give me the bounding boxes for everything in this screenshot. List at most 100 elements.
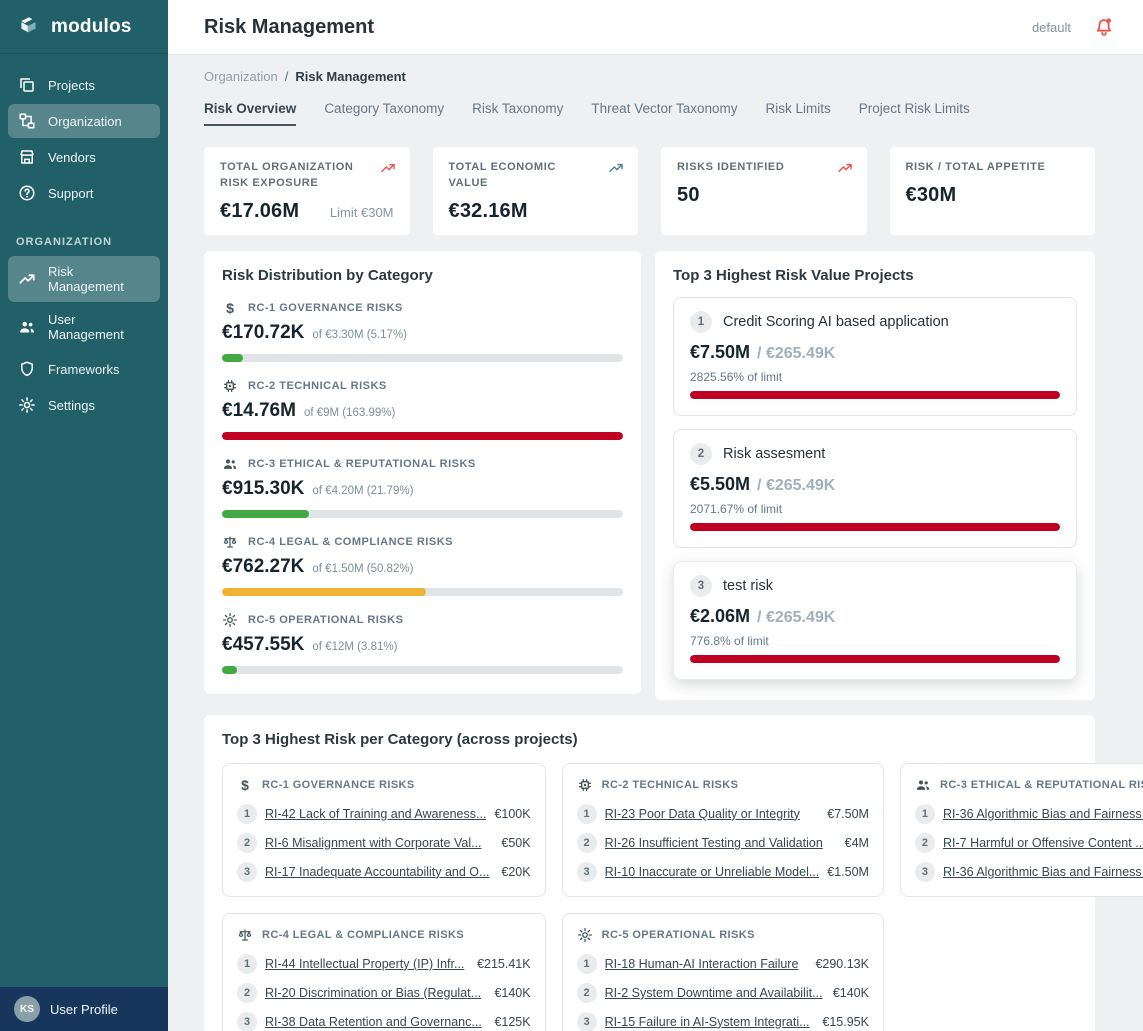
risk-link[interactable]: RI-20 Discrimination or Bias (Regulat... <box>265 986 486 1000</box>
projects-icon <box>18 76 36 94</box>
risk-value: €15.95K <box>822 1015 869 1029</box>
risk-link[interactable]: RI-42 Lack of Training and Awareness... <box>265 807 486 821</box>
risk-row: 3 RI-38 Data Retention and Governanc... … <box>237 1012 531 1031</box>
risk-value: €7.50M <box>827 807 869 821</box>
rank-badge: 2 <box>237 983 257 1003</box>
tab-project-risk-limits[interactable]: Project Risk Limits <box>859 101 970 126</box>
category-sub: of €12M (3.81%) <box>312 641 397 653</box>
top-risks-panel: Top 3 Highest Risk per Category (across … <box>204 715 1095 1031</box>
stat-label: TOTAL ECONOMIC VALUE <box>449 160 623 192</box>
sidebar-item-user-management[interactable]: User Management <box>8 304 160 350</box>
breadcrumb-organization[interactable]: Organization <box>204 69 278 84</box>
project-card-2[interactable]: 2 Risk assesment €5.50M / €265.49K 2071.… <box>673 429 1077 548</box>
sidebar: modulos Projects Organization Vendors Su… <box>0 0 168 1031</box>
risk-row: 1 RI-36 Algorithmic Bias and Fairness I.… <box>915 804 1143 824</box>
bell-icon[interactable] <box>1093 16 1115 38</box>
risk-link[interactable]: RI-36 Algorithmic Bias and Fairness Is..… <box>943 865 1143 879</box>
dollar-icon: $ <box>222 300 238 316</box>
sidebar-item-frameworks[interactable]: Frameworks <box>8 352 160 386</box>
category-card-rc1: $ RC-1 GOVERNANCE RISKS 1 RI-42 Lack of … <box>222 763 546 897</box>
risk-value: €50K <box>501 836 530 850</box>
category-value: €457.55K <box>222 634 304 656</box>
gear-icon <box>222 612 238 628</box>
risk-link[interactable]: RI-44 Intellectual Property (IP) Infr... <box>265 957 469 971</box>
breadcrumb-separator: / <box>285 69 289 84</box>
chip-icon <box>577 777 593 793</box>
project-card-1[interactable]: 1 Credit Scoring AI based application €7… <box>673 297 1077 416</box>
progress-track <box>690 655 1060 663</box>
category-label: RC-5 OPERATIONAL RISKS <box>602 929 755 941</box>
trending-up-icon <box>380 160 396 176</box>
risk-link[interactable]: RI-7 Harmful or Offensive Content ... <box>943 836 1143 850</box>
rank-badge: 1 <box>577 804 597 824</box>
tab-risk-taxonomy[interactable]: Risk Taxonomy <box>472 101 563 126</box>
risk-link[interactable]: RI-6 Misalignment with Corporate Val... <box>265 836 493 850</box>
risk-link[interactable]: RI-36 Algorithmic Bias and Fairness I... <box>943 807 1143 821</box>
stat-card-total-economic-value: TOTAL ECONOMIC VALUE €32.16M <box>433 147 639 235</box>
vendors-icon <box>18 148 36 166</box>
risk-link[interactable]: RI-15 Failure in AI-System Integrati... <box>605 1015 815 1029</box>
content: Organization / Risk Management Risk Over… <box>168 55 1143 1031</box>
sidebar-item-support[interactable]: Support <box>8 176 160 210</box>
risk-link[interactable]: RI-17 Inadequate Accountability and O... <box>265 865 493 879</box>
progress-track <box>222 354 623 362</box>
sidebar-item-projects[interactable]: Projects <box>8 68 160 102</box>
risk-link[interactable]: RI-2 System Downtime and Availabilit... <box>605 986 825 1000</box>
rank-badge: 3 <box>577 862 597 882</box>
risk-row: 2 RI-26 Insufficient Testing and Validat… <box>577 833 869 853</box>
rank-badge: 3 <box>690 575 712 597</box>
risk-link[interactable]: RI-26 Insufficient Testing and Validatio… <box>605 836 837 850</box>
category-label: RC-3 ETHICAL & REPUTATIONAL RISKS <box>940 779 1143 791</box>
category-card-rc4: RC-4 LEGAL & COMPLIANCE RISKS 1 RI-44 In… <box>222 913 546 1031</box>
category-value: €762.27K <box>222 556 304 578</box>
tab-threat-vector-taxonomy[interactable]: Threat Vector Taxonomy <box>591 101 737 126</box>
sidebar-item-organization[interactable]: Organization <box>8 104 160 138</box>
users-icon <box>915 777 931 793</box>
risk-row: 3 RI-36 Algorithmic Bias and Fairness Is… <box>915 862 1143 882</box>
category-label: RC-1 GOVERNANCE RISKS <box>248 302 403 314</box>
tab-category-taxonomy[interactable]: Category Taxonomy <box>324 101 444 126</box>
risk-row: 2 RI-6 Misalignment with Corporate Val..… <box>237 833 531 853</box>
risk-link[interactable]: RI-18 Human-AI Interaction Failure <box>605 957 808 971</box>
sidebar-item-vendors[interactable]: Vendors <box>8 140 160 174</box>
stat-card-total-risk-exposure: TOTAL ORGANIZATION RISK EXPOSURE €17.06M… <box>204 147 410 235</box>
user-profile[interactable]: KS User Profile <box>0 986 168 1031</box>
category-value: €915.30K <box>222 478 304 500</box>
rank-badge: 3 <box>237 862 257 882</box>
tab-risk-overview[interactable]: Risk Overview <box>204 101 296 126</box>
risk-value: €215.41K <box>477 957 531 971</box>
sidebar-item-settings[interactable]: Settings <box>8 388 160 422</box>
category-label: RC-2 TECHNICAL RISKS <box>602 779 739 791</box>
tab-risk-limits[interactable]: Risk Limits <box>766 101 831 126</box>
app-logo[interactable]: modulos <box>0 0 168 54</box>
shield-icon <box>18 360 36 378</box>
sidebar-item-label: Vendors <box>48 150 96 165</box>
risk-value: €1.50M <box>827 865 869 879</box>
category-label: RC-5 OPERATIONAL RISKS <box>248 614 403 626</box>
sidebar-item-label: Risk Management <box>48 264 150 294</box>
risk-row: 3 RI-15 Failure in AI-System Integrati..… <box>577 1012 869 1031</box>
trending-up-icon <box>608 160 624 176</box>
sidebar-item-label: Support <box>48 186 94 201</box>
progress-track <box>690 523 1060 531</box>
project-name: test risk <box>723 578 773 594</box>
sidebar-item-label: User Management <box>48 312 150 342</box>
risk-link[interactable]: RI-10 Inaccurate or Unreliable Model... <box>605 865 820 879</box>
risk-link[interactable]: RI-23 Poor Data Quality or Integrity <box>605 807 820 821</box>
stat-label: RISKS IDENTIFIED <box>677 160 851 176</box>
sidebar-item-label: Organization <box>48 114 122 129</box>
stat-value: €30M <box>906 184 957 207</box>
stat-cards: TOTAL ORGANIZATION RISK EXPOSURE €17.06M… <box>204 147 1095 235</box>
rank-badge: 3 <box>915 862 935 882</box>
top-projects-panel: Top 3 Highest Risk Value Projects 1 Cred… <box>655 251 1095 700</box>
progress-fill <box>222 666 237 674</box>
risk-row: 2 RI-7 Harmful or Offensive Content ... … <box>915 833 1143 853</box>
environment-label: default <box>1032 20 1071 35</box>
chip-icon <box>222 378 238 394</box>
category-card-rc3: RC-3 ETHICAL & REPUTATIONAL RISKS 1 RI-3… <box>900 763 1143 897</box>
stat-label: RISK / TOTAL APPETITE <box>906 160 1080 176</box>
risk-link[interactable]: RI-38 Data Retention and Governanc... <box>265 1015 486 1029</box>
project-card-3[interactable]: 3 test risk €2.06M / €265.49K 776.8% of … <box>673 561 1077 680</box>
sidebar-item-risk-management[interactable]: Risk Management <box>8 256 160 302</box>
project-pct-of-limit: 2825.56% of limit <box>690 370 1060 384</box>
